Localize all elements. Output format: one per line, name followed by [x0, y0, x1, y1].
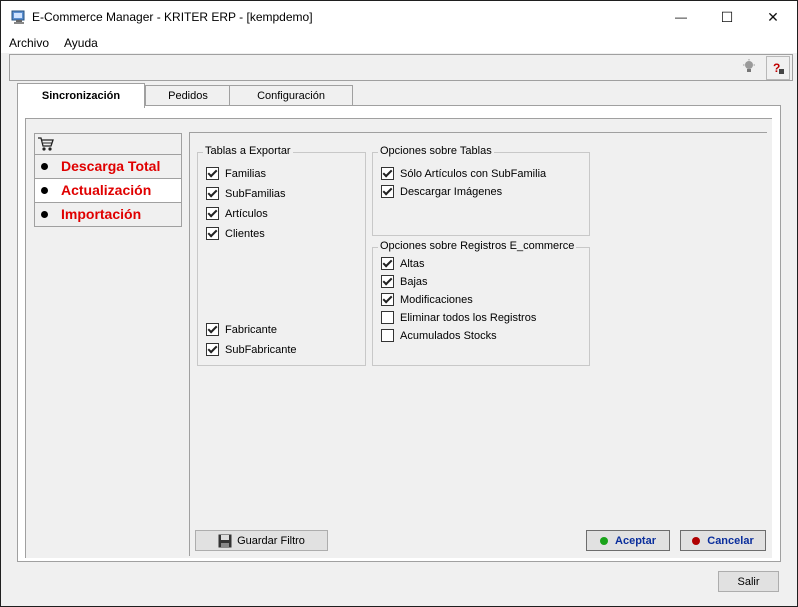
red-dot-icon: [692, 536, 701, 545]
nav-importacion[interactable]: Importación: [34, 203, 182, 227]
maximize-button[interactable]: ☐: [704, 1, 750, 33]
checkbox-fabricante[interactable]: Fabricante: [206, 323, 277, 336]
menu-ayuda[interactable]: Ayuda: [64, 36, 98, 50]
cancelar-button[interactable]: Cancelar: [680, 530, 766, 551]
tab-pedidos[interactable]: Pedidos: [145, 85, 231, 106]
save-icon: [218, 534, 232, 548]
checkbox-subfabricante[interactable]: SubFabricante: [206, 343, 297, 356]
aceptar-button[interactable]: Aceptar: [586, 530, 670, 551]
checkbox-articulos[interactable]: Artículos: [206, 207, 268, 220]
checkbox-descargar-imagenes[interactable]: Descargar Imágenes: [381, 185, 502, 198]
nav-descarga-total[interactable]: Descarga Total: [34, 155, 182, 179]
minimize-button[interactable]: —: [658, 1, 704, 33]
close-button[interactable]: ✕: [750, 1, 796, 33]
checkbox-eliminar-registros[interactable]: Eliminar todos los Registros: [381, 311, 536, 324]
guardar-filtro-button[interactable]: Guardar Filtro: [195, 530, 328, 551]
help-icon[interactable]: ?: [766, 56, 790, 80]
group-title: Tablas a Exportar: [203, 145, 293, 157]
cart-icon: [37, 136, 55, 155]
checkbox-bajas[interactable]: Bajas: [381, 275, 428, 288]
salir-button[interactable]: Salir: [718, 571, 779, 592]
title-bar: E-Commerce Manager - KRITER ERP - [kempd…: [1, 1, 797, 33]
checkbox-subfamilias[interactable]: SubFamilias: [206, 187, 286, 200]
panel-divider-top: [189, 132, 767, 133]
main-window: E-Commerce Manager - KRITER ERP - [kempd…: [0, 0, 798, 607]
green-dot-icon: [600, 536, 609, 545]
app-icon: [11, 9, 27, 25]
group-title: Opciones sobre Registros E_commerce: [378, 240, 577, 252]
bullet-icon: [41, 187, 48, 194]
panel-divider: [189, 132, 190, 556]
checkbox-clientes[interactable]: Clientes: [206, 227, 265, 240]
bullet-icon: [41, 163, 48, 170]
nav-actualizacion[interactable]: Actualización: [34, 179, 182, 203]
toolbar: ?: [9, 54, 793, 81]
checkbox-familias[interactable]: Familias: [206, 167, 266, 180]
nav-header: [34, 133, 182, 155]
menu-bar: Archivo Ayuda: [1, 33, 797, 53]
checkbox-acumulados-stocks[interactable]: Acumulados Stocks: [381, 329, 497, 342]
group-title: Opciones sobre Tablas: [378, 145, 494, 157]
checkbox-altas[interactable]: Altas: [381, 257, 424, 270]
sync-nav-panel: Descarga Total Actualización Importación: [34, 133, 182, 227]
bullet-icon: [41, 211, 48, 218]
checkbox-solo-articulos-subfamilia[interactable]: Sólo Artículos con SubFamilia: [381, 167, 546, 180]
window-title: E-Commerce Manager - KRITER ERP - [kempd…: [32, 10, 313, 24]
tab-sincronizacion[interactable]: Sincronización: [17, 83, 145, 108]
bulb-icon[interactable]: [738, 56, 760, 78]
menu-archivo[interactable]: Archivo: [9, 36, 49, 50]
tab-configuracion[interactable]: Configuración: [229, 85, 353, 106]
checkbox-modificaciones[interactable]: Modificaciones: [381, 293, 473, 306]
